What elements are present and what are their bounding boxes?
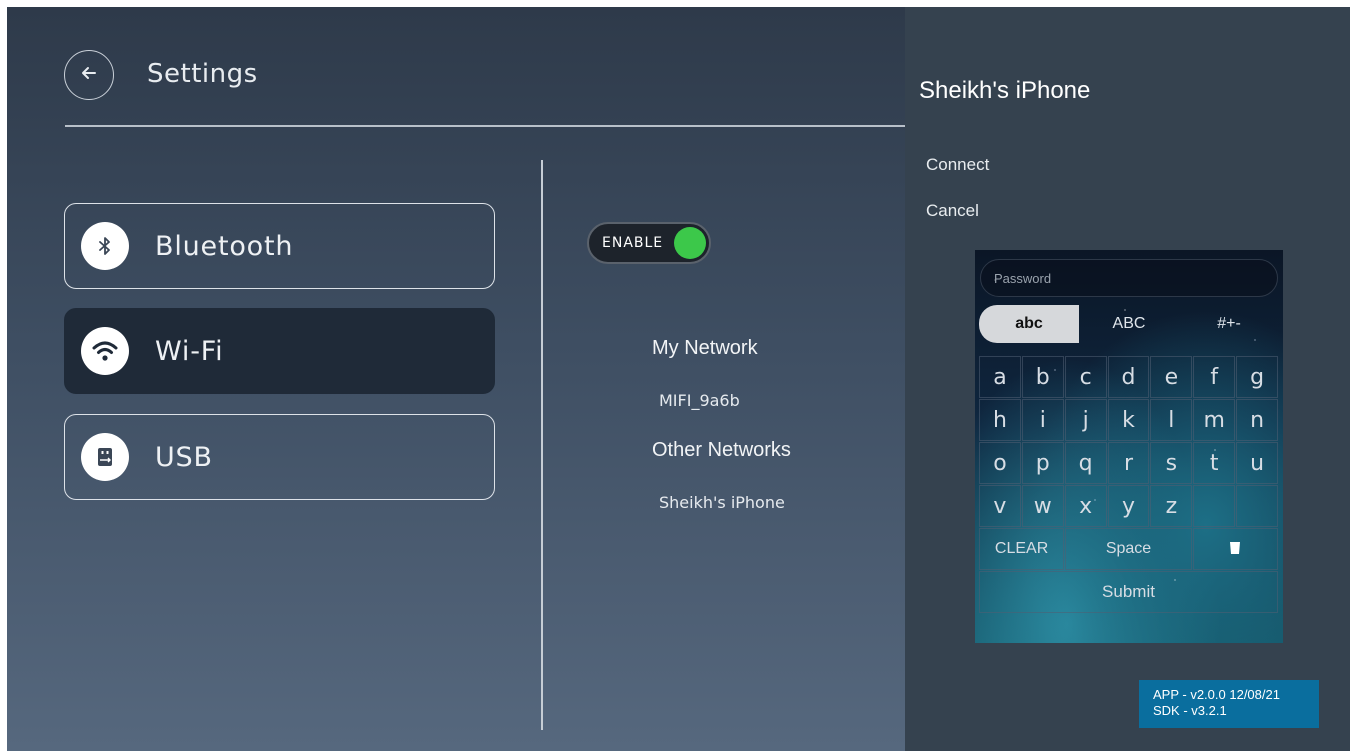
panel-title: Sheikh's iPhone [919, 77, 1091, 104]
menu-item-wifi[interactable]: Wi-Fi [64, 308, 495, 394]
key-row: v w x y z [979, 485, 1279, 527]
toggle-label: ENABLE [602, 235, 664, 251]
key-grid: a b c d e f g h i j k l m n o p q r s t … [979, 356, 1279, 614]
key-a[interactable]: a [979, 356, 1021, 398]
menu-item-label: Bluetooth [155, 230, 294, 262]
key-z[interactable]: z [1150, 485, 1193, 527]
key-row: o p q r s t u [979, 442, 1279, 484]
key-w[interactable]: w [1021, 485, 1064, 527]
key-k[interactable]: k [1107, 399, 1150, 441]
key-h[interactable]: h [979, 399, 1021, 441]
usb-icon [81, 433, 129, 481]
connect-button[interactable]: Connect [926, 155, 989, 175]
key-empty [1193, 485, 1236, 527]
key-row: CLEAR Space [979, 528, 1279, 570]
key-row: a b c d e f g [979, 356, 1279, 398]
key-c[interactable]: c [1064, 356, 1107, 398]
back-button[interactable] [64, 50, 114, 100]
key-l[interactable]: l [1150, 399, 1193, 441]
key-n[interactable]: n [1236, 399, 1279, 441]
network-item-sheikhs-iphone[interactable]: Sheikh's iPhone [659, 493, 785, 512]
settings-screen: Settings Bluetooth Wi-Fi USB ENABLE My N… [7, 7, 1350, 751]
bluetooth-icon [81, 222, 129, 270]
key-o[interactable]: o [979, 442, 1021, 484]
menu-item-bluetooth[interactable]: Bluetooth [64, 203, 495, 289]
key-x[interactable]: x [1064, 485, 1107, 527]
version-info: APP - v2.0.0 12/08/21 SDK - v3.2.1 [1139, 680, 1319, 728]
other-networks-heading: Other Networks [652, 439, 791, 461]
key-empty [1236, 485, 1279, 527]
key-q[interactable]: q [1064, 442, 1107, 484]
header-divider [65, 125, 905, 127]
key-y[interactable]: y [1107, 485, 1150, 527]
key-f[interactable]: f [1193, 356, 1236, 398]
wifi-enable-toggle[interactable]: ENABLE [587, 222, 711, 264]
key-u[interactable]: u [1236, 442, 1279, 484]
key-m[interactable]: m [1193, 399, 1236, 441]
connect-panel: Sheikh's iPhone Connect Cancel abc ABC #… [905, 7, 1350, 751]
page-title: Settings [147, 59, 258, 89]
key-j[interactable]: j [1064, 399, 1107, 441]
wifi-icon [81, 327, 129, 375]
mode-tab-symbols[interactable]: #+- [1179, 305, 1279, 343]
network-item-mifi[interactable]: MIFI_9a6b [659, 391, 740, 410]
keyboard-mode-tabs: abc ABC #+- [979, 305, 1279, 343]
key-e[interactable]: e [1150, 356, 1193, 398]
key-p[interactable]: p [1021, 442, 1064, 484]
key-b[interactable]: b [1021, 356, 1064, 398]
key-i[interactable]: i [1021, 399, 1064, 441]
key-d[interactable]: d [1107, 356, 1150, 398]
menu-item-label: USB [155, 441, 213, 473]
space-key[interactable]: Space [1065, 528, 1192, 570]
clear-key[interactable]: CLEAR [979, 528, 1065, 570]
key-g[interactable]: g [1236, 356, 1279, 398]
delete-key[interactable] [1192, 528, 1278, 570]
key-row: Submit [979, 571, 1279, 613]
mode-tab-lowercase[interactable]: abc [979, 305, 1079, 343]
app-version: APP - v2.0.0 12/08/21 [1153, 687, 1280, 702]
onscreen-keyboard: abc ABC #+- a b c d e f g h i j k l m n … [975, 250, 1283, 643]
menu-item-usb[interactable]: USB [64, 414, 495, 500]
arrow-left-icon [80, 64, 98, 86]
key-row: h i j k l m n [979, 399, 1279, 441]
toggle-knob [674, 227, 706, 259]
key-t[interactable]: t [1193, 442, 1236, 484]
menu-item-label: Wi-Fi [155, 335, 224, 367]
cancel-button[interactable]: Cancel [926, 201, 979, 221]
submit-key[interactable]: Submit [979, 571, 1278, 613]
vertical-divider [541, 160, 543, 730]
key-v[interactable]: v [979, 485, 1021, 527]
mode-tab-uppercase[interactable]: ABC [1079, 305, 1179, 343]
trash-icon [1228, 539, 1242, 560]
key-r[interactable]: r [1107, 442, 1150, 484]
my-network-heading: My Network [652, 337, 758, 359]
key-s[interactable]: s [1150, 442, 1193, 484]
sdk-version: SDK - v3.2.1 [1153, 703, 1227, 718]
password-input[interactable] [980, 259, 1278, 297]
